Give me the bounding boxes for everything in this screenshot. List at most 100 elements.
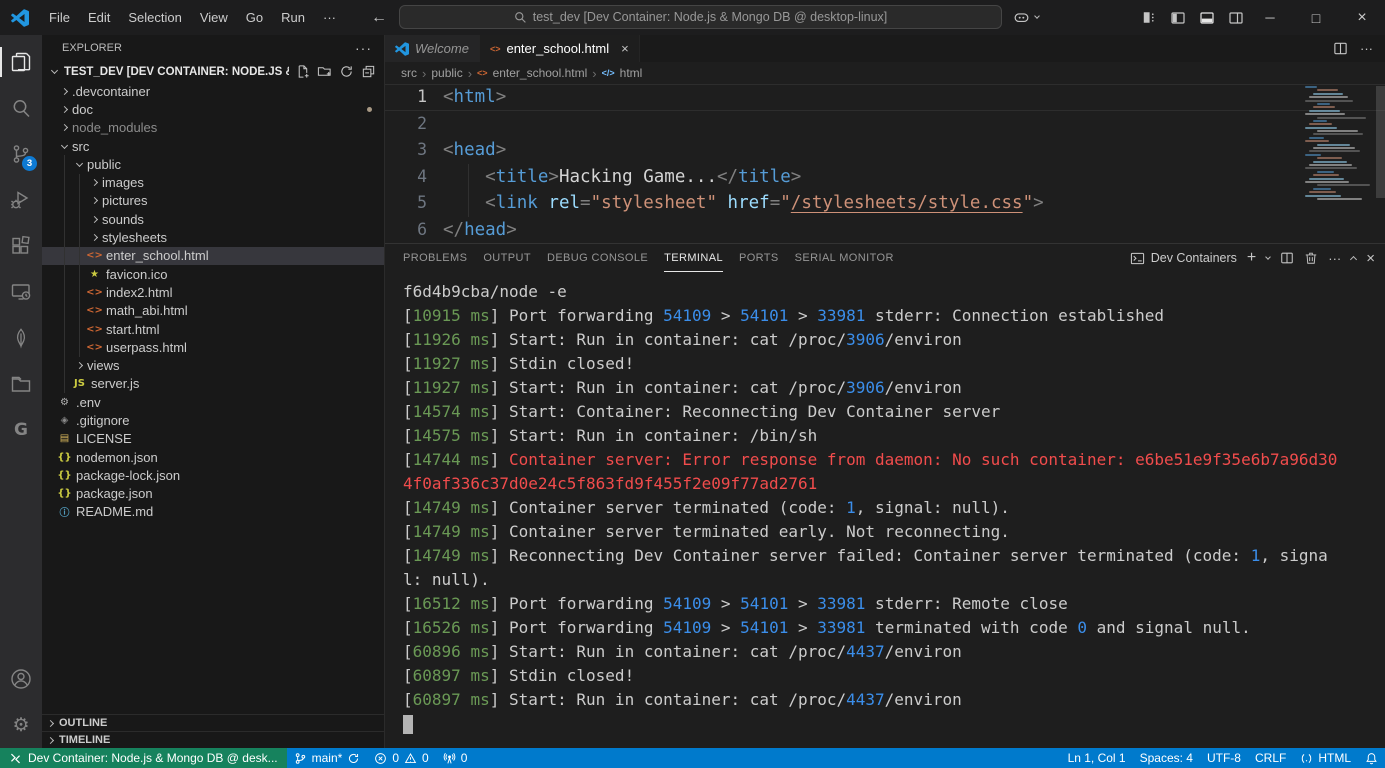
tab-welcome[interactable]: Welcome (385, 35, 480, 62)
breadcrumb-src[interactable]: src (401, 66, 417, 80)
panel-tab-serial-monitor[interactable]: SERIAL MONITOR (795, 244, 894, 272)
tree-item--env[interactable]: ⚙.env (42, 393, 384, 411)
outline-section[interactable]: OUTLINE (42, 714, 384, 731)
tree-item-license[interactable]: ▤LICENSE (42, 430, 384, 448)
tree-item-src[interactable]: src (42, 137, 384, 155)
tree-item-pictures[interactable]: pictures (42, 192, 384, 210)
branch-indicator[interactable]: main* (287, 748, 368, 768)
code-editor[interactable]: 1<html>23<head>4 <title>Hacking Game...<… (385, 84, 1385, 243)
menu-run[interactable]: Run (272, 6, 314, 30)
eol-sequence[interactable]: CRLF (1248, 748, 1293, 768)
menu-view[interactable]: View (191, 6, 237, 30)
account-icon[interactable] (0, 656, 42, 702)
toggle-sidebar-icon[interactable] (1170, 10, 1186, 26)
remote-indicator[interactable]: Dev Container: Node.js & Mongo DB @ desk… (0, 748, 287, 768)
tree-item-package-json[interactable]: {}package.json (42, 485, 384, 503)
menu-overflow[interactable]: ··· (314, 6, 345, 30)
cursor-position[interactable]: Ln 1, Col 1 (1061, 748, 1133, 768)
panel-tab-ports[interactable]: PORTS (739, 244, 779, 272)
tree-item-index2-html[interactable]: <>index2.html (42, 283, 384, 301)
tree-item-doc[interactable]: doc (42, 100, 384, 118)
kill-terminal-icon[interactable] (1304, 251, 1318, 265)
tree-item--devcontainer[interactable]: .devcontainer (42, 82, 384, 100)
close-tab-icon[interactable]: × (621, 41, 629, 56)
tree-item-nodemon-json[interactable]: {}nodemon.json (42, 448, 384, 466)
tree-item-sounds[interactable]: sounds (42, 210, 384, 228)
encoding[interactable]: UTF-8 (1200, 748, 1248, 768)
maximize-panel-icon[interactable] (1350, 256, 1357, 263)
sidebar-more-icon[interactable]: ··· (355, 40, 372, 56)
command-center-search[interactable]: test_dev [Dev Container: Node.js & Mongo… (399, 5, 1002, 29)
problems-indicator[interactable]: 0 0 (367, 748, 435, 768)
panel-more-icon[interactable]: ··· (1328, 251, 1341, 266)
workspace-root-row[interactable]: TEST_DEV [DEV CONTAINER: NODE.JS & MONGO… (42, 61, 384, 82)
tree-item-favicon-ico[interactable]: ★favicon.ico (42, 265, 384, 283)
tree-item-start-html[interactable]: <>start.html (42, 320, 384, 338)
remote-explorer-icon[interactable] (0, 269, 42, 315)
panel-tab-debug-console[interactable]: DEBUG CONSOLE (547, 244, 648, 272)
tree-item-package-lock-json[interactable]: {}package-lock.json (42, 466, 384, 484)
explorer-icon[interactable] (0, 39, 42, 85)
search-sidebar-icon[interactable] (0, 85, 42, 131)
nav-back-icon[interactable]: ← (371, 9, 387, 27)
tree-item-views[interactable]: views (42, 356, 384, 374)
tree-item-label: math_abi.html (106, 303, 188, 318)
minimap[interactable] (1303, 86, 1375, 201)
menu-selection[interactable]: Selection (119, 6, 190, 30)
new-terminal-icon[interactable]: + (1247, 249, 1256, 267)
panel-tab-problems[interactable]: PROBLEMS (403, 244, 467, 272)
terminal-profile[interactable]: Dev Containers (1130, 251, 1237, 266)
extensions-icon[interactable] (0, 223, 42, 269)
tab-enter-school[interactable]: <> enter_school.html × (480, 35, 640, 62)
panel-tab-terminal[interactable]: TERMINAL (664, 244, 723, 272)
tree-item-stylesheets[interactable]: stylesheets (42, 228, 384, 246)
breadcrumb-symbol[interactable]: html (620, 66, 643, 80)
refresh-icon[interactable] (339, 64, 354, 79)
tree-item--gitignore[interactable]: ◈.gitignore (42, 411, 384, 429)
gitlens-icon[interactable]: G (0, 407, 42, 453)
breadcrumb-file[interactable]: enter_school.html (493, 66, 588, 80)
timeline-section[interactable]: TIMELINE (42, 731, 384, 748)
tree-item-public[interactable]: public (42, 155, 384, 173)
language-mode[interactable]: HTML (1293, 748, 1358, 768)
tree-item-math-abi-html[interactable]: <>math_abi.html (42, 302, 384, 320)
settings-gear-icon[interactable]: ⚙ (0, 702, 42, 748)
breadcrumb-public[interactable]: public (431, 66, 462, 80)
customize-layout-icon[interactable] (1142, 10, 1157, 25)
new-folder-icon[interactable] (317, 64, 332, 79)
terminal-line: [14575 ms] Start: Run in container: /bin… (403, 424, 1347, 448)
source-control-icon[interactable]: 3 (0, 131, 42, 177)
menu-go[interactable]: Go (237, 6, 272, 30)
editor-scrollbar[interactable] (1376, 86, 1385, 198)
editor-more-icon[interactable]: ··· (1360, 41, 1373, 56)
notifications-bell[interactable] (1358, 748, 1385, 768)
tree-item-images[interactable]: images (42, 173, 384, 191)
collapse-all-icon[interactable] (361, 64, 376, 79)
containers-icon[interactable] (0, 361, 42, 407)
tree-item-node-modules[interactable]: node_modules (42, 119, 384, 137)
run-debug-icon[interactable] (0, 177, 42, 223)
ports-indicator[interactable]: 0 (436, 748, 475, 768)
maximize-button[interactable]: □ (1293, 0, 1339, 35)
mongodb-icon[interactable] (0, 315, 42, 361)
tree-item-userpass-html[interactable]: <>userpass.html (42, 338, 384, 356)
close-button[interactable]: × (1339, 0, 1385, 35)
indentation[interactable]: Spaces: 4 (1133, 748, 1200, 768)
tree-item-label: README.md (76, 504, 153, 519)
menu-file[interactable]: File (40, 6, 79, 30)
copilot-button[interactable] (1012, 5, 1039, 29)
panel-tab-output[interactable]: OUTPUT (483, 244, 531, 272)
split-editor-icon[interactable] (1333, 41, 1348, 56)
terminal-output[interactable]: f6d4b9cba/node -e[10915 ms] Port forward… (385, 272, 1385, 748)
menu-edit[interactable]: Edit (79, 6, 119, 30)
split-terminal-icon[interactable] (1280, 251, 1294, 265)
terminal-dropdown-icon[interactable] (1265, 254, 1271, 260)
tree-item-readme-md[interactable]: ⓘREADME.md (42, 503, 384, 521)
minimize-button[interactable]: ─ (1247, 0, 1293, 35)
tree-item-server-js[interactable]: JSserver.js (42, 375, 384, 393)
tree-item-enter-school-html[interactable]: <>enter_school.html (42, 247, 384, 265)
toggle-panel-icon[interactable] (1199, 10, 1215, 26)
toggle-secondary-sidebar-icon[interactable] (1228, 10, 1244, 26)
close-panel-icon[interactable]: × (1366, 250, 1375, 267)
new-file-icon[interactable] (295, 64, 310, 79)
